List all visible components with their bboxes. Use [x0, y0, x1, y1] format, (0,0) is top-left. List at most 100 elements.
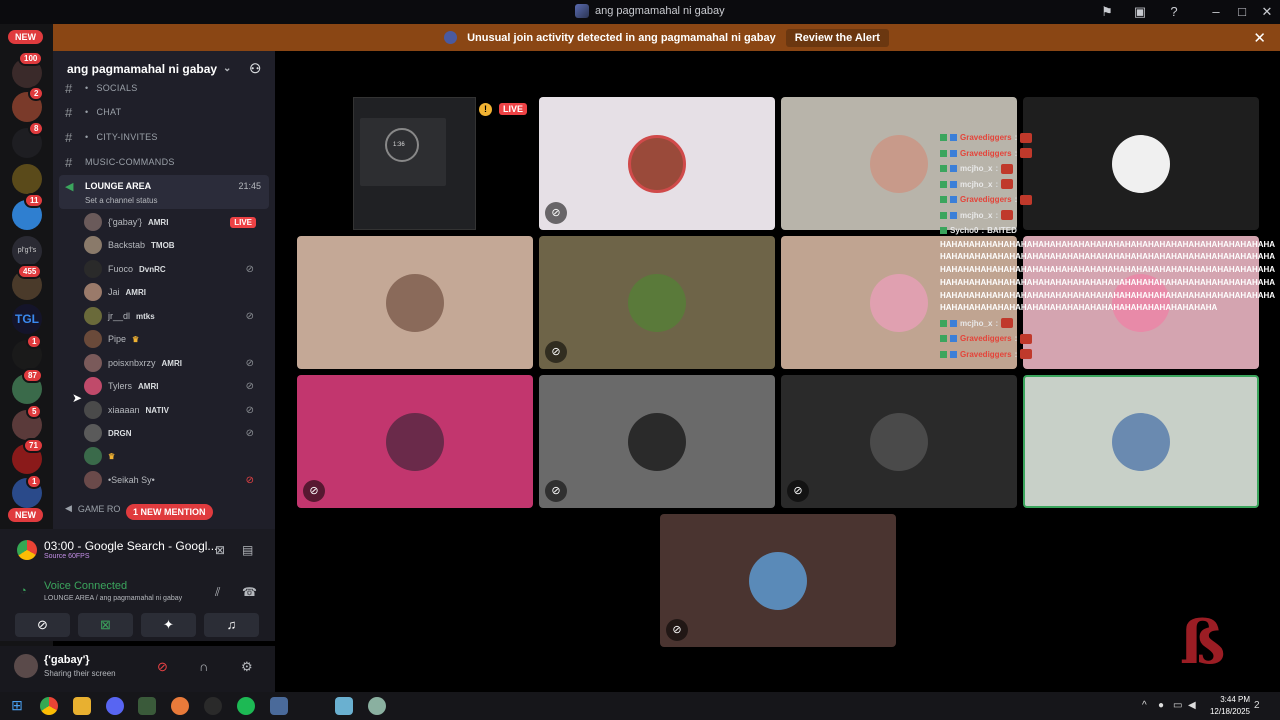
chrome-icon — [17, 540, 37, 560]
voice-user[interactable]: DRGN ⊘ — [84, 423, 264, 443]
role-icon — [940, 211, 947, 219]
chat-line: mcjho_x: — [940, 208, 1280, 224]
channel-chat[interactable]: # • CHAT — [65, 103, 122, 121]
voice-user[interactable]: Tylers AMRI ⊘ — [84, 376, 264, 396]
channel-city-invites[interactable]: # • CITY-INVITES — [65, 128, 158, 146]
close-banner-icon[interactable]: ✕ — [1253, 29, 1266, 47]
channel-music-commands[interactable]: # MUSIC-COMMANDS — [65, 153, 175, 171]
app-icon[interactable] — [270, 697, 288, 715]
disconnect-icon[interactable]: ☎ — [242, 585, 257, 599]
voice-connected-label[interactable]: Voice Connected — [44, 580, 127, 592]
participant-tile[interactable]: ⊘ — [781, 375, 1017, 508]
role-icon — [940, 165, 947, 173]
emoji-icon — [1001, 163, 1014, 174]
hash-icon: # — [65, 80, 73, 96]
invite-people-icon[interactable]: ⚇ — [249, 61, 261, 77]
inbox-flag-icon[interactable]: ⚑ — [1099, 4, 1115, 20]
voice-user[interactable]: poisxnbxrzy AMRI ⊘ — [84, 353, 264, 373]
spotify-icon[interactable] — [237, 697, 255, 715]
window-title: ang pagmamahal ni gabay — [575, 4, 725, 18]
role-icon — [950, 149, 957, 157]
network-icon[interactable]: ▭ — [1173, 700, 1182, 711]
stop-stream-icon[interactable]: ⊠ — [215, 543, 225, 557]
minimize-icon[interactable]: – — [1208, 4, 1224, 20]
file-explorer-icon[interactable] — [73, 697, 91, 715]
mention-badge: 8 — [28, 121, 45, 136]
notification-icon[interactable]: 2 — [1254, 700, 1260, 711]
help-icon[interactable]: ? — [1166, 4, 1182, 20]
gear-icon[interactable]: ⚙ — [241, 659, 253, 675]
voice-user[interactable]: •Seikah Sy• ⊘ — [84, 470, 264, 490]
voice-user[interactable]: Jai AMRI — [84, 282, 264, 302]
hash-icon: # — [65, 154, 73, 170]
voice-user[interactable]: jr__dl mtks ⊘ — [84, 306, 264, 326]
app-icon[interactable] — [138, 697, 156, 715]
app-icon[interactable] — [335, 697, 353, 715]
chevron-up-icon[interactable]: ^ — [1142, 700, 1147, 711]
screen-share-tile[interactable]: 1:36 — [353, 97, 476, 230]
role-icon — [950, 165, 957, 173]
app-icon[interactable] — [204, 697, 222, 715]
alert-text: Unusual join activity detected in ang pa… — [467, 31, 776, 44]
microphone-icon[interactable]: ● — [1158, 700, 1164, 711]
avatar — [84, 260, 102, 278]
participant-tile[interactable] — [1023, 375, 1259, 508]
maximize-icon[interactable]: □ — [1234, 4, 1250, 20]
window-mode-icon[interactable]: ▣ — [1132, 4, 1148, 20]
voice-user[interactable]: Fuoco DvnRC ⊘ — [84, 259, 264, 279]
role-icon — [940, 196, 947, 204]
noise-suppression-icon[interactable]: ⫽ — [215, 585, 220, 600]
chat-line: Gravediggers: — [940, 146, 1280, 162]
participant-tile[interactable]: ⊘ — [660, 514, 896, 647]
mic-off-icon: ⊘ — [303, 480, 325, 502]
participant-tile[interactable]: ⊘ — [297, 375, 533, 508]
participant-tile[interactable]: ⊘ — [539, 97, 775, 230]
mic-off-icon: ⊘ — [545, 341, 567, 363]
app-icon[interactable] — [171, 697, 189, 715]
activities-button[interactable]: ✦ — [141, 613, 196, 637]
review-alert-button[interactable]: Review the Alert — [785, 28, 889, 47]
participant-tile[interactable] — [297, 236, 533, 369]
voice-channel-game-room[interactable]: ◀ GAME RO — [65, 503, 120, 514]
voice-user[interactable]: xiaaaan NATIV ⊘ — [84, 400, 264, 420]
new-unreads-pill[interactable]: NEW — [8, 508, 43, 522]
server-icon[interactable] — [12, 164, 42, 194]
chrome-icon[interactable] — [40, 697, 58, 715]
server-icon[interactable]: TGL — [12, 304, 42, 334]
screen-share-button[interactable]: ⊠ — [78, 613, 133, 637]
participant-tile[interactable]: ⊘ — [539, 375, 775, 508]
new-mention-pill[interactable]: 1 NEW MENTION — [126, 504, 213, 520]
channel-socials[interactable]: # • SOCIALS — [65, 79, 138, 97]
emoji-icon — [1020, 132, 1033, 143]
avatar[interactable] — [14, 654, 38, 678]
app-icon[interactable] — [368, 697, 386, 715]
mic-muted-icon[interactable]: ⊘ — [157, 659, 168, 675]
clock[interactable]: 3:44 PM 12/18/2025 — [1210, 694, 1250, 718]
headphones-icon[interactable]: ∩ — [199, 659, 208, 674]
voice-user[interactable]: Pipe ♛ — [84, 329, 264, 349]
server-icon[interactable]: pl'g'l's — [12, 236, 42, 266]
mic-off-icon: ⊘ — [545, 202, 567, 224]
voice-user[interactable]: {'gabay'} AMRI LIVE — [84, 212, 264, 232]
voice-channel-lounge[interactable]: ◀ LOUNGE AREA 21:45 Set a channel status — [59, 175, 269, 209]
discord-icon[interactable] — [106, 697, 124, 715]
taskbar: ⊞ ^ ● ▭ ◀ 3:44 PM 12/18/2025 2 — [0, 692, 1280, 720]
camera-off-button[interactable]: ⊘ — [15, 613, 70, 637]
avatar — [870, 273, 928, 332]
voice-user[interactable]: ♛ — [84, 446, 264, 466]
muted-icon: ⊘ — [245, 404, 254, 416]
new-unreads-pill[interactable]: NEW — [8, 30, 43, 44]
server-avatar-icon — [444, 31, 458, 44]
mic-off-icon: ⊘ — [787, 480, 809, 502]
participant-tile[interactable]: ⊘ — [539, 236, 775, 369]
close-window-icon[interactable]: ✕ — [1259, 4, 1275, 20]
shared-window: 1:36 — [360, 118, 446, 186]
avatar — [84, 447, 102, 465]
channel-status[interactable]: Set a channel status — [85, 196, 158, 205]
mention-badge: 100 — [18, 51, 44, 66]
volume-icon[interactable]: ◀ — [1188, 700, 1196, 711]
soundboard-button[interactable]: ♫ — [204, 613, 259, 637]
stream-settings-icon[interactable]: ▤ — [242, 543, 253, 557]
voice-user[interactable]: Backstab TMOB — [84, 235, 264, 255]
windows-start-icon[interactable]: ⊞ — [8, 697, 26, 715]
